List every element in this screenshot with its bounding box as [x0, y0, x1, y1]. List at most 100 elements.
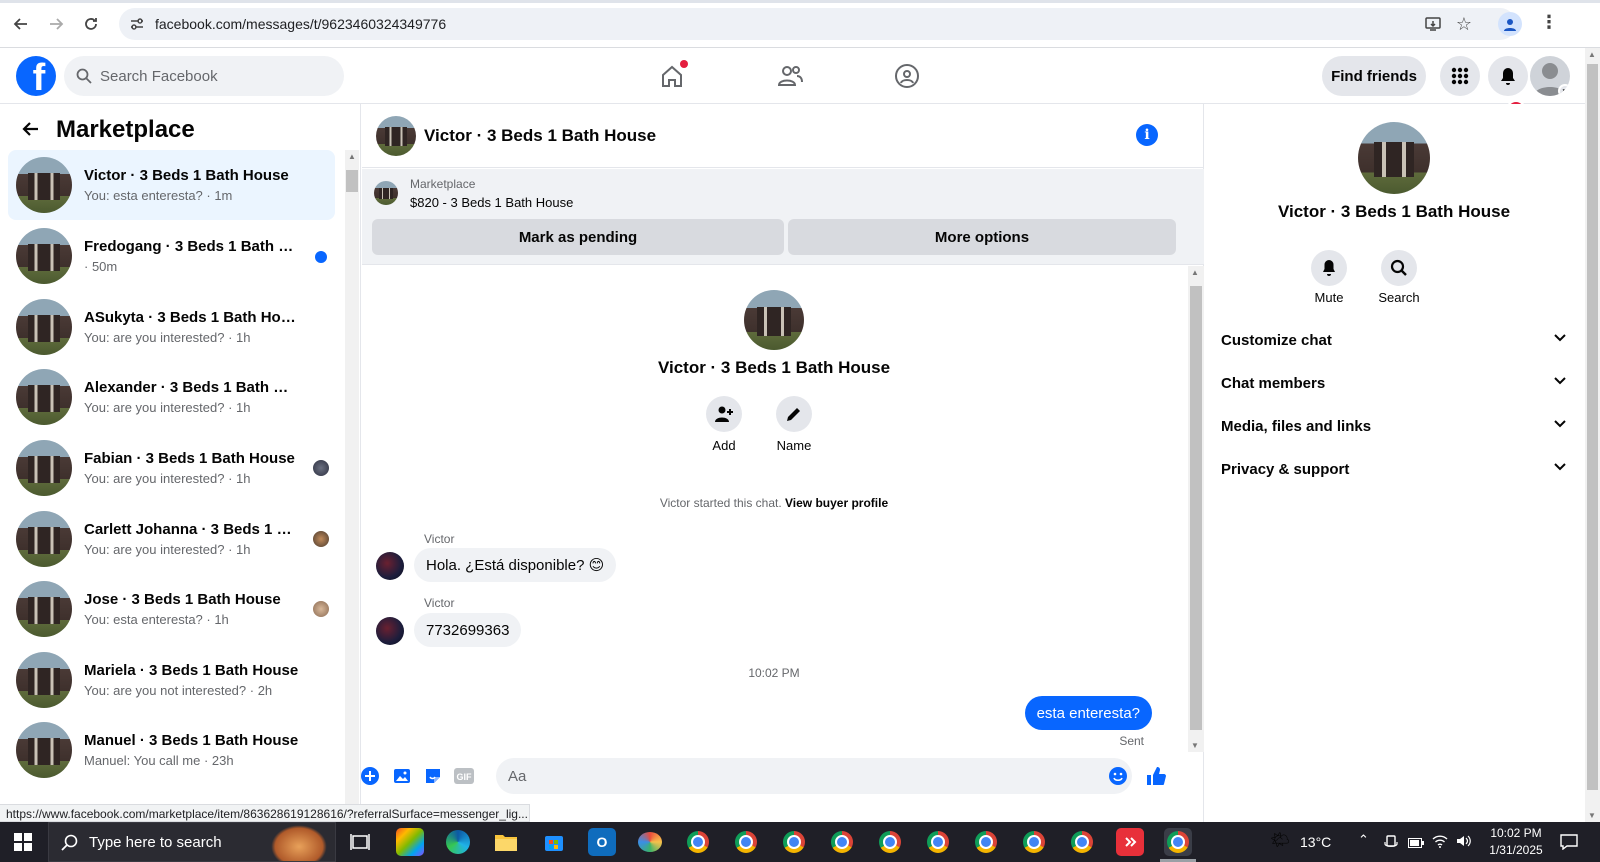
address-bar[interactable]: facebook.com/messages/t/9623460324349776… — [119, 8, 1516, 40]
task-view-icon[interactable] — [346, 828, 374, 856]
more-options-button[interactable]: More options — [788, 219, 1176, 255]
chrome-profile-icon[interactable] — [1020, 828, 1048, 856]
facebook-logo[interactable]: f — [16, 56, 56, 96]
customize-chat-section[interactable]: Customize chat — [1213, 320, 1575, 360]
file-explorer-icon[interactable] — [492, 828, 520, 856]
add-person-icon[interactable] — [706, 396, 742, 432]
conversation-item[interactable]: Fabian · 3 Beds 1 Bath House You: are yo… — [8, 433, 335, 503]
show-hidden-icons-chevron-icon[interactable]: ⌃ — [1358, 832, 1369, 848]
listing-thumbnail[interactable] — [374, 181, 398, 205]
notifications-bell-icon[interactable] — [1488, 56, 1528, 96]
clock-date[interactable]: 1/31/2025 — [1484, 843, 1548, 857]
outgoing-message-bubble[interactable]: esta enteresta? — [1024, 696, 1152, 730]
wifi-icon[interactable] — [1432, 834, 1448, 851]
mute-bell-icon[interactable] — [1311, 250, 1347, 286]
conversation-item[interactable]: Manuel · 3 Beds 1 Bath House Manuel: You… — [8, 715, 335, 785]
back-arrow-icon[interactable] — [9, 12, 33, 36]
conversation-list-scrollbar[interactable]: ▲ — [345, 150, 359, 822]
listing-thumbnail — [16, 369, 72, 425]
sender-avatar[interactable] — [376, 617, 404, 645]
search-box[interactable] — [64, 56, 344, 96]
groups-icon[interactable] — [887, 56, 927, 96]
chat-profile-avatar — [744, 290, 804, 350]
unread-dot — [315, 251, 327, 263]
clock-time[interactable]: 10:02 PM — [1484, 826, 1548, 840]
outlook-icon[interactable]: O — [588, 828, 616, 856]
chat-title[interactable]: Victor · 3 Beds 1 Bath House — [424, 126, 656, 146]
scrollbar-thumb[interactable] — [1190, 286, 1202, 730]
thumbs-up-icon[interactable] — [1144, 764, 1168, 788]
chrome-profile-icon[interactable] — [876, 828, 904, 856]
search-input[interactable] — [100, 56, 330, 96]
search-icon[interactable] — [1381, 250, 1417, 286]
photo-icon[interactable] — [390, 764, 414, 788]
browser-profile-icon[interactable] — [1498, 12, 1522, 36]
install-app-icon[interactable] — [1424, 15, 1442, 36]
sticker-icon[interactable] — [421, 764, 445, 788]
chrome-profile-icon[interactable] — [732, 828, 760, 856]
message-scrollbar[interactable]: ▲ ▼ — [1188, 266, 1204, 752]
anydesk-icon[interactable] — [1116, 828, 1144, 856]
incoming-message-bubble[interactable]: Hola. ¿Está disponible? 😊 — [414, 548, 617, 582]
page-scrollbar[interactable]: ▲ ▼ — [1585, 48, 1600, 822]
privacy-support-section[interactable]: Privacy & support — [1213, 449, 1575, 489]
volume-icon[interactable] — [1456, 834, 1472, 851]
chat-avatar[interactable] — [376, 116, 416, 156]
home-icon[interactable] — [652, 56, 692, 96]
back-arrow-icon[interactable] — [22, 120, 40, 141]
scrollbar-thumb[interactable] — [346, 170, 358, 192]
mark-as-pending-button[interactable]: Mark as pending — [372, 219, 784, 255]
chrome-profile-icon[interactable] — [828, 828, 856, 856]
chrome-profile-icon[interactable] — [972, 828, 1000, 856]
chrome-active-icon[interactable] — [1164, 828, 1192, 856]
conversation-item[interactable]: Victor · 3 Beds 1 Bath House You: esta e… — [8, 150, 335, 220]
weather-icon[interactable]: 🌤 — [1270, 830, 1290, 850]
chrome-profile-icon[interactable] — [780, 828, 808, 856]
conversation-item[interactable]: Jose · 3 Beds 1 Bath House You: esta ent… — [8, 574, 335, 644]
edit-name-icon[interactable] — [776, 396, 812, 432]
forward-arrow-icon[interactable] — [44, 12, 68, 36]
conversation-item[interactable]: Fredogang · 3 Beds 1 Bath Ho... · 50m — [8, 221, 335, 291]
chrome-profile-icon[interactable] — [924, 828, 952, 856]
view-buyer-profile-link[interactable]: View buyer profile — [785, 496, 888, 510]
emoji-icon[interactable] — [1106, 764, 1130, 788]
browser-toolbar: facebook.com/messages/t/9623460324349776… — [0, 0, 1600, 48]
find-friends-button[interactable]: Find friends — [1322, 56, 1426, 96]
edge-browser-icon[interactable] — [444, 828, 472, 856]
friends-icon[interactable] — [770, 56, 810, 96]
taskbar-search-box[interactable]: Type here to search — [48, 822, 336, 862]
notification-center-icon[interactable] — [1560, 834, 1578, 853]
plus-circle-icon[interactable] — [358, 764, 382, 788]
conversation-item[interactable]: ASukyta · 3 Beds 1 Bath House You: are y… — [8, 292, 335, 362]
conversation-preview: You: are you interested? · 1h — [84, 330, 251, 345]
conversation-item[interactable]: Carlett Johanna · 3 Beds 1 Bat... You: a… — [8, 504, 335, 574]
bookmark-star-icon[interactable]: ☆ — [1456, 14, 1472, 35]
reload-icon[interactable] — [79, 12, 103, 36]
browser-menu-icon[interactable]: ⋮ — [1540, 12, 1558, 33]
media-files-links-section[interactable]: Media, files and links — [1213, 406, 1575, 446]
site-settings-icon[interactable] — [129, 16, 145, 35]
gif-icon[interactable]: GIF — [452, 764, 476, 788]
windows-start-icon[interactable] — [14, 833, 32, 854]
conversation-item[interactable]: Mariela · 3 Beds 1 Bath House You: are y… — [8, 645, 335, 715]
microsoft-store-icon[interactable] — [540, 828, 568, 856]
conversation-name: Carlett Johanna · 3 Beds 1 Bat... — [84, 521, 299, 538]
link-status-url: https://www.facebook.com/marketplace/ite… — [0, 804, 530, 822]
copilot-icon[interactable] — [396, 828, 424, 856]
conversation-item[interactable]: Alexander · 3 Beds 1 Bath House You: are… — [8, 362, 335, 432]
scrollbar-thumb[interactable] — [1587, 64, 1598, 790]
chat-members-section[interactable]: Chat members — [1213, 363, 1575, 403]
chrome-profile-icon[interactable] — [684, 828, 712, 856]
incoming-message-bubble[interactable]: 7732699363 — [414, 613, 522, 647]
listing-price-title[interactable]: $820 - 3 Beds 1 Bath House — [410, 195, 573, 210]
menu-grid-icon[interactable] — [1440, 56, 1480, 96]
meet-now-icon[interactable] — [1384, 835, 1398, 852]
temperature[interactable]: 13°C — [1300, 834, 1331, 850]
message-input[interactable] — [496, 758, 1132, 794]
battery-icon[interactable] — [1408, 836, 1424, 852]
info-icon[interactable]: i — [1136, 124, 1158, 146]
chrome-profile-icon[interactable] — [1068, 828, 1096, 856]
paint-app-icon[interactable] — [636, 828, 664, 856]
sender-avatar[interactable] — [376, 552, 404, 580]
account-avatar[interactable]: ▼ — [1530, 56, 1570, 96]
